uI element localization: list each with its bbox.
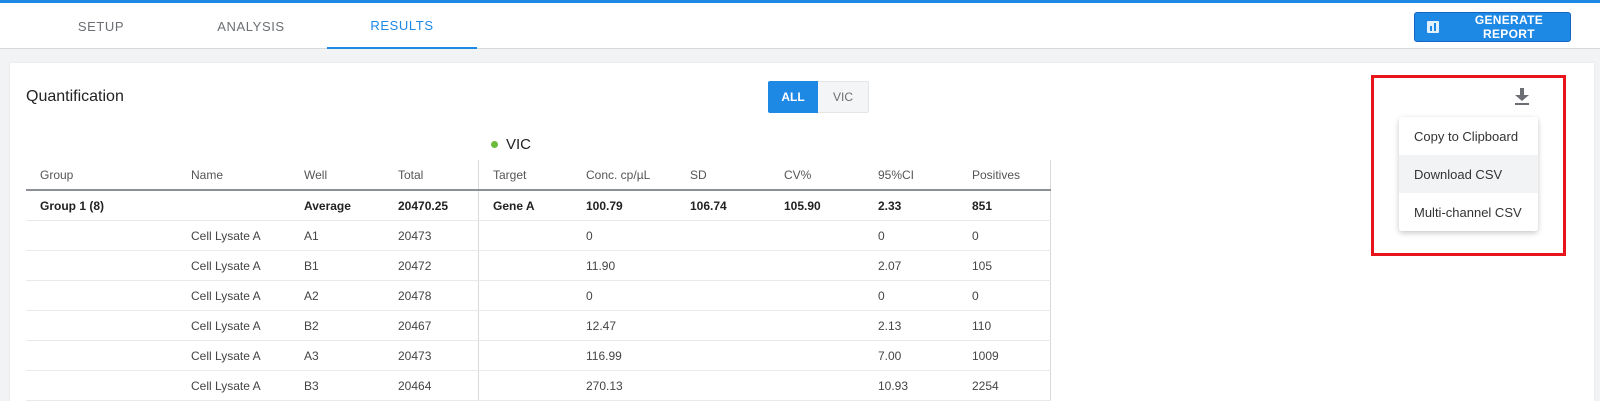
table-cell: 1009 bbox=[972, 348, 999, 363]
table-row[interactable]: Group 1 (8) Average 20470.25 Gene A 100.… bbox=[26, 191, 1051, 221]
table-row[interactable]: Cell Lysate A A3 20473 116.99 7.00 1009 bbox=[26, 341, 1051, 371]
table-cell: 2254 bbox=[972, 378, 999, 393]
column-header[interactable]: Conc. cp/µL bbox=[586, 160, 650, 189]
table-cell: 20472 bbox=[398, 258, 432, 273]
table-cell: 851 bbox=[972, 198, 993, 213]
table-cell: 20473 bbox=[398, 348, 432, 363]
table-cell: 0 bbox=[586, 288, 593, 303]
generate-report-label: GENERATE REPORT bbox=[1474, 13, 1544, 41]
table-cell: 0 bbox=[878, 228, 885, 243]
highlight-box bbox=[1371, 75, 1566, 256]
table-cell: 12.47 bbox=[586, 318, 617, 333]
column-header[interactable]: Positives bbox=[972, 160, 1020, 189]
table-cell: A2 bbox=[304, 288, 319, 303]
table-cell: Gene A bbox=[493, 198, 535, 213]
results-table: Group Name Well Total Target Conc. cp/µL… bbox=[26, 160, 1051, 401]
tab-analysis[interactable]: ANALYSIS bbox=[176, 3, 326, 49]
channel-dot-icon bbox=[491, 141, 498, 148]
tab-results[interactable]: RESULTS bbox=[327, 3, 477, 49]
table-row[interactable]: Cell Lysate A A1 20473 0 0 0 bbox=[26, 221, 1051, 251]
table-cell: 20467 bbox=[398, 318, 432, 333]
channel-legend: VIC bbox=[491, 136, 531, 153]
table-row[interactable]: Cell Lysate A B3 20464 270.13 10.93 2254 bbox=[26, 371, 1051, 401]
filter-vic-button[interactable]: VIC bbox=[818, 81, 869, 113]
column-header[interactable]: Target bbox=[493, 160, 526, 189]
table-cell: 2.07 bbox=[878, 258, 902, 273]
table-cell: 10.93 bbox=[878, 378, 909, 393]
table-cell: 20470.25 bbox=[398, 198, 449, 213]
quantification-panel: Quantification ALL VIC VIC Group Name We… bbox=[10, 63, 1594, 401]
table-cell: 20473 bbox=[398, 228, 432, 243]
table-cell: 0 bbox=[972, 228, 979, 243]
panel-title: Quantification bbox=[26, 88, 124, 105]
column-header[interactable]: Group bbox=[40, 160, 73, 189]
table-cell: 2.13 bbox=[878, 318, 902, 333]
table-cell: B3 bbox=[304, 378, 319, 393]
table-cell: A3 bbox=[304, 348, 319, 363]
table-cell: Cell Lysate A bbox=[191, 288, 261, 303]
table-cell: 270.13 bbox=[586, 378, 623, 393]
table-cell: Cell Lysate A bbox=[191, 228, 261, 243]
table-cell: 105.90 bbox=[784, 198, 821, 213]
table-cell: 0 bbox=[586, 228, 593, 243]
table-cell: B2 bbox=[304, 318, 319, 333]
table-cell: 20464 bbox=[398, 378, 432, 393]
table-cell: 11.90 bbox=[586, 258, 616, 273]
table-row[interactable]: Cell Lysate A A2 20478 0 0 0 bbox=[26, 281, 1051, 311]
table-cell: 100.79 bbox=[586, 198, 623, 213]
table-cell: Cell Lysate A bbox=[191, 378, 261, 393]
table-cell: 2.33 bbox=[878, 198, 902, 213]
table-cell: 20478 bbox=[398, 288, 432, 303]
table-cell: Cell Lysate A bbox=[191, 348, 261, 363]
table-cell: 0 bbox=[972, 288, 979, 303]
table-cell: 106.74 bbox=[690, 198, 727, 213]
column-header[interactable]: Total bbox=[398, 160, 423, 189]
table-cell: Average bbox=[304, 198, 351, 213]
table-cell: 116.99 bbox=[586, 348, 622, 363]
table-header-row: Group Name Well Total Target Conc. cp/µL… bbox=[26, 160, 1051, 191]
column-header[interactable]: SD bbox=[690, 160, 707, 189]
table-cell: A1 bbox=[304, 228, 319, 243]
table-cell: 0 bbox=[878, 288, 885, 303]
channel-label: VIC bbox=[506, 136, 532, 153]
channel-filter-toggle: ALL VIC bbox=[768, 81, 869, 113]
column-header[interactable]: Well bbox=[304, 160, 327, 189]
table-row[interactable]: Cell Lysate A B1 20472 11.90 2.07 105 bbox=[26, 251, 1051, 281]
table-cell: B1 bbox=[304, 258, 319, 273]
tab-setup[interactable]: SETUP bbox=[26, 3, 176, 49]
table-cell: 110 bbox=[972, 318, 992, 333]
generate-report-button[interactable]: GENERATE REPORT bbox=[1414, 12, 1571, 42]
table-cell: Cell Lysate A bbox=[191, 258, 261, 273]
top-nav: SETUP ANALYSIS RESULTS GENERATE REPORT bbox=[0, 3, 1600, 49]
bar-chart-icon bbox=[1427, 21, 1439, 33]
table-cell: 105 bbox=[972, 258, 993, 273]
column-header[interactable]: CV% bbox=[784, 160, 811, 189]
column-header[interactable]: Name bbox=[191, 160, 223, 189]
table-cell: Cell Lysate A bbox=[191, 318, 261, 333]
filter-all-button[interactable]: ALL bbox=[768, 81, 818, 113]
table-cell: Group 1 (8) bbox=[40, 198, 105, 213]
column-header[interactable]: 95%CI bbox=[878, 160, 914, 189]
table-row[interactable]: Cell Lysate A B2 20467 12.47 2.13 110 bbox=[26, 311, 1051, 341]
table-cell: 7.00 bbox=[878, 348, 902, 363]
